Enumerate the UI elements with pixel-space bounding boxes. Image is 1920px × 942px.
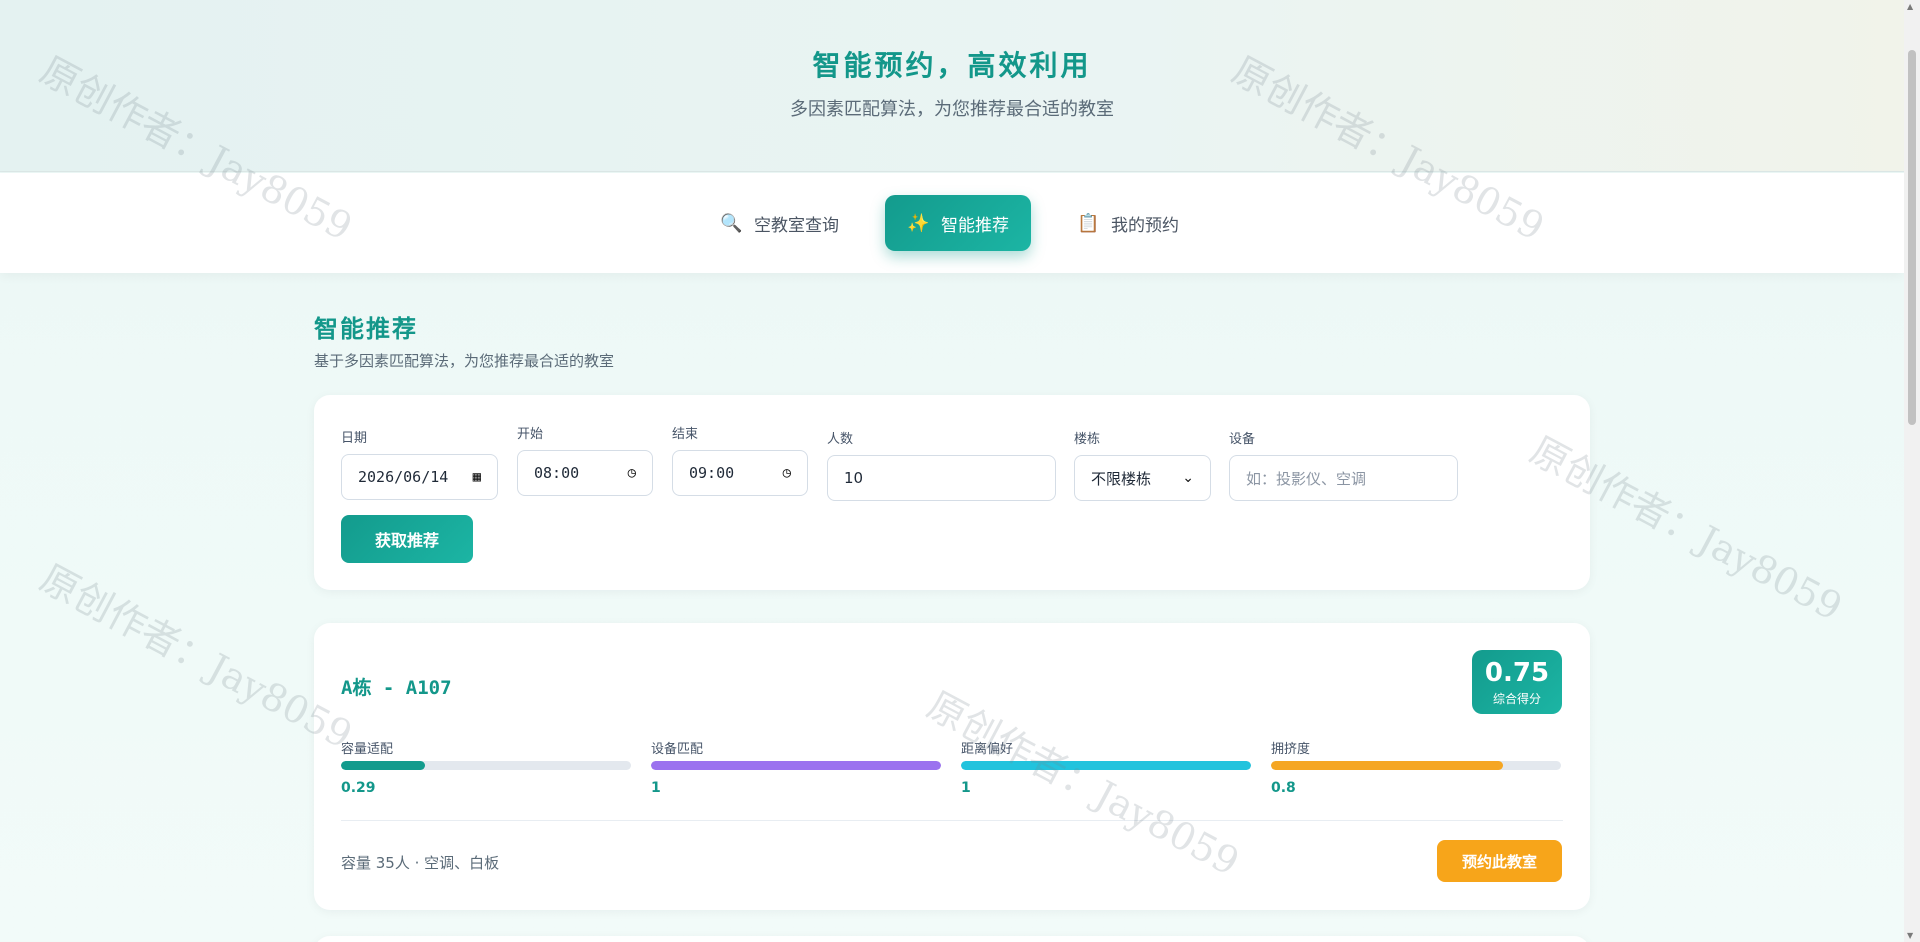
metric-value: 0.29 bbox=[341, 780, 376, 796]
scroll-down-icon[interactable]: ▼ bbox=[1907, 931, 1913, 940]
magnifier-icon: 🔍 bbox=[720, 212, 743, 234]
get-recommend-button[interactable]: 获取推荐 bbox=[341, 515, 473, 563]
clock-icon[interactable]: ◷ bbox=[783, 465, 791, 481]
metric-bar-fill bbox=[961, 761, 1251, 770]
tab-label: 智能推荐 bbox=[941, 215, 1009, 236]
section-title: 智能推荐 bbox=[314, 314, 418, 343]
page-scrollbar[interactable]: ▲ ▼ bbox=[1904, 0, 1920, 942]
metric-label: 距离偏好 bbox=[961, 742, 1014, 757]
building-field: 楼栋 不限楼栋 ⌄ bbox=[1074, 428, 1211, 501]
end-field: 结束 09:00 ◷ bbox=[672, 423, 808, 496]
start-field: 开始 08:00 ◷ bbox=[517, 423, 653, 496]
metric-bar-track bbox=[651, 761, 941, 770]
page-header: 智能预约，高效利用 多因素匹配算法，为您推荐最合适的教室 bbox=[0, 0, 1904, 172]
main-nav: 🔍 空教室查询 ✨ 智能推荐 📋 我的预约 bbox=[0, 173, 1904, 273]
metric-crowding: 拥挤度 0.8 bbox=[1271, 738, 1561, 796]
people-field: 人数 10 bbox=[827, 428, 1056, 501]
metric-bar-fill bbox=[1271, 761, 1503, 770]
page-title: 智能预约，高效利用 bbox=[812, 49, 1092, 82]
score-value: 0.75 bbox=[1484, 658, 1550, 688]
date-label: 日期 bbox=[341, 431, 368, 446]
metric-bar-track bbox=[961, 761, 1251, 770]
sparkles-icon: ✨ bbox=[907, 212, 930, 234]
building-select[interactable]: 不限楼栋 ⌄ bbox=[1074, 455, 1211, 501]
equipment-label: 设备 bbox=[1229, 432, 1256, 447]
people-label: 人数 bbox=[827, 432, 854, 447]
clock-icon[interactable]: ◷ bbox=[628, 465, 636, 481]
building-label: 楼栋 bbox=[1074, 432, 1101, 447]
tab-smart-recommend[interactable]: ✨ 智能推荐 bbox=[885, 195, 1031, 251]
start-time-input[interactable]: 08:00 ◷ bbox=[517, 450, 653, 496]
metric-distance: 距离偏好 1 bbox=[961, 738, 1251, 796]
people-value: 10 bbox=[844, 469, 864, 487]
building-value: 不限楼栋 bbox=[1091, 469, 1152, 488]
next-recommendation-card bbox=[314, 936, 1590, 942]
metric-value: 1 bbox=[651, 780, 661, 796]
metric-label: 设备匹配 bbox=[651, 742, 704, 757]
tab-empty-classroom[interactable]: 🔍 空教室查询 bbox=[698, 195, 861, 251]
book-room-button[interactable]: 预约此教室 bbox=[1437, 840, 1562, 882]
metric-capacity: 容量适配 0.29 bbox=[341, 738, 631, 796]
date-value: 2026/06/14 bbox=[358, 468, 449, 486]
room-name: A栋 - A107 bbox=[341, 677, 452, 699]
scroll-thumb[interactable] bbox=[1908, 50, 1916, 425]
people-input[interactable]: 10 bbox=[827, 455, 1056, 501]
metric-bar-fill bbox=[341, 761, 426, 770]
equipment-input[interactable]: 如：投影仪、空调 bbox=[1229, 455, 1458, 501]
score-label: 综合得分 bbox=[1492, 692, 1541, 706]
date-input[interactable]: 2026/06/14 ▦ bbox=[341, 454, 498, 500]
date-field: 日期 2026/06/14 ▦ bbox=[341, 427, 498, 500]
metric-bar-track bbox=[1271, 761, 1561, 770]
scroll-up-icon[interactable]: ▲ bbox=[1907, 2, 1913, 11]
calendar-icon[interactable]: ▦ bbox=[473, 469, 481, 485]
tab-label: 我的预约 bbox=[1111, 215, 1179, 236]
metric-bar-fill bbox=[651, 761, 941, 770]
room-info: 容量 35人 · 空调、白板 bbox=[341, 854, 500, 872]
metric-value: 0.8 bbox=[1271, 780, 1296, 796]
recommendation-card: A栋 - A107 0.75 综合得分 容量适配 0.29 设备匹配 1 距离偏… bbox=[314, 623, 1590, 910]
page-subtitle: 多因素匹配算法，为您推荐最合适的教室 bbox=[790, 99, 1114, 120]
metric-equipment: 设备匹配 1 bbox=[651, 738, 941, 796]
tab-label: 空教室查询 bbox=[754, 215, 839, 236]
divider bbox=[341, 820, 1563, 821]
metric-value: 1 bbox=[961, 780, 971, 796]
equipment-field: 设备 如：投影仪、空调 bbox=[1229, 428, 1458, 501]
end-value: 09:00 bbox=[689, 464, 735, 482]
tab-my-bookings[interactable]: 📋 我的预约 bbox=[1055, 195, 1201, 251]
section-subtitle: 基于多因素匹配算法，为您推荐最合适的教室 bbox=[314, 352, 615, 370]
chevron-down-icon: ⌄ bbox=[1182, 470, 1194, 486]
recommend-form: 日期 2026/06/14 ▦ 开始 08:00 ◷ 结束 09:00 ◷ 人数… bbox=[314, 395, 1590, 590]
metric-label: 容量适配 bbox=[341, 742, 394, 757]
metric-bar-track bbox=[341, 761, 631, 770]
metric-label: 拥挤度 bbox=[1271, 742, 1311, 757]
start-label: 开始 bbox=[517, 427, 544, 442]
score-badge: 0.75 综合得分 bbox=[1472, 650, 1562, 714]
end-label: 结束 bbox=[672, 427, 699, 442]
clipboard-icon: 📋 bbox=[1077, 212, 1100, 234]
end-time-input[interactable]: 09:00 ◷ bbox=[672, 450, 808, 496]
equipment-placeholder: 如：投影仪、空调 bbox=[1246, 469, 1367, 488]
start-value: 08:00 bbox=[534, 464, 580, 482]
